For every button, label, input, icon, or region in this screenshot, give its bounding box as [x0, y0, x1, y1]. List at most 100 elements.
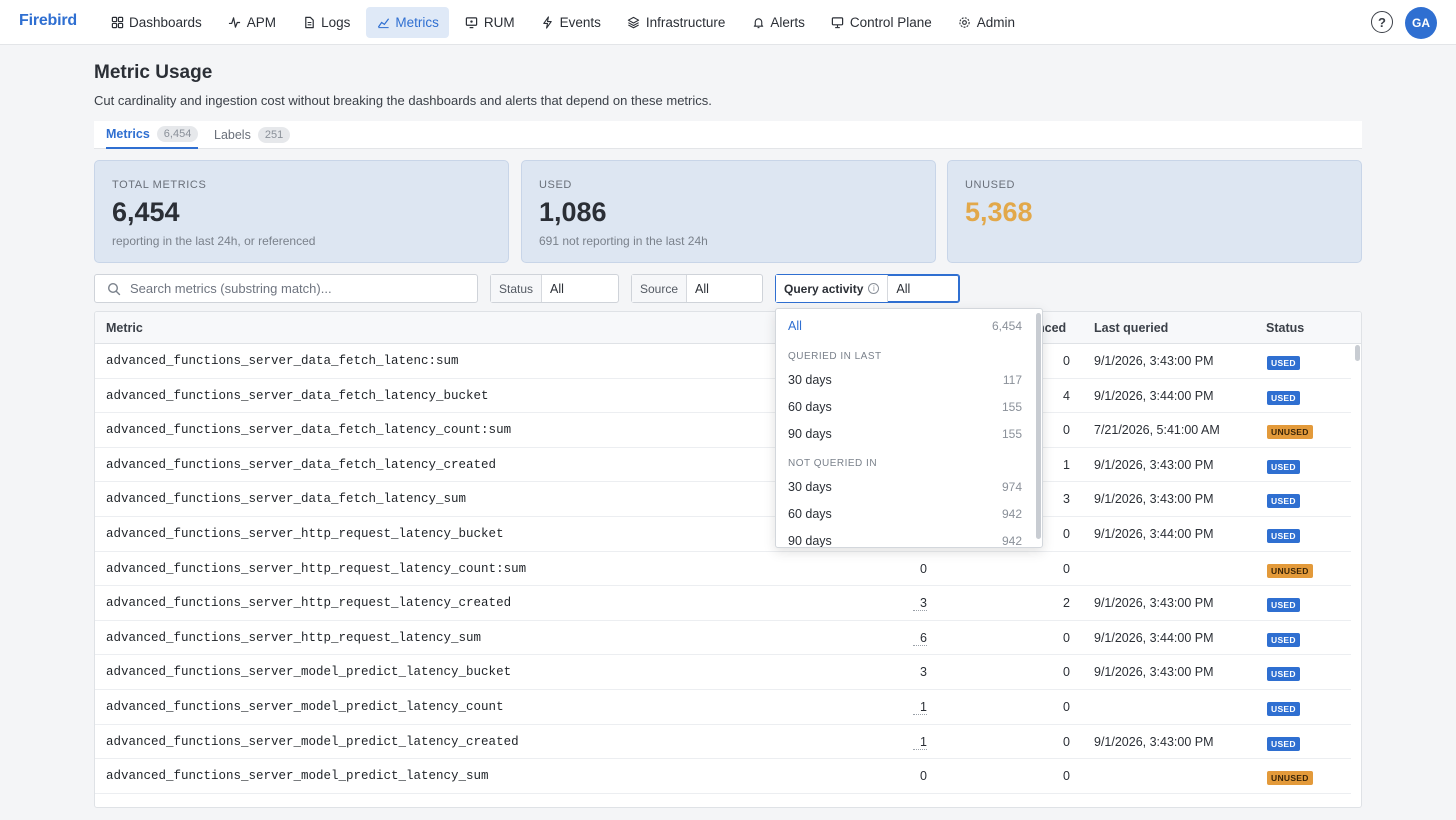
metric-name[interactable]: advanced_functions_server_http_request_l…: [106, 596, 511, 610]
dropdown-option-queried-60[interactable]: 60 days 155: [788, 400, 1022, 420]
dropdown-option-not-queried-90[interactable]: 90 days 942: [788, 534, 1022, 548]
nav-item-alerts[interactable]: Alerts: [741, 7, 815, 38]
brand-logo[interactable]: Firebird: [19, 12, 77, 30]
dropdown-option-count: 942: [1001, 534, 1022, 548]
nav-item-events[interactable]: Events: [531, 7, 611, 38]
table-row[interactable]: advanced_functions_server_http_request_l…: [95, 621, 1351, 656]
table-row[interactable]: advanced_functions_server_http_request_l…: [95, 586, 1351, 621]
status-filter-label: Status: [491, 275, 543, 302]
referenced-count: 0: [1063, 700, 1070, 714]
referenced-count: 0: [1063, 734, 1070, 749]
query-activity-filter-label: Query activity i: [776, 275, 889, 302]
column-metric[interactable]: Metric: [106, 321, 143, 335]
status-badge: USED: [1267, 356, 1300, 370]
table-row[interactable]: advanced_functions_server_data_fetch_lat…: [95, 482, 1351, 517]
status-filter-value[interactable]: All: [542, 275, 572, 302]
stat-label: UNUSED: [965, 179, 1016, 191]
search-input[interactable]: [130, 281, 460, 296]
query-activity-filter-value[interactable]: All: [888, 275, 918, 302]
dashboards-count[interactable]: 3: [913, 665, 927, 679]
metric-name[interactable]: advanced_functions_server_model_predict_…: [106, 700, 504, 714]
dashboards-count[interactable]: 6: [913, 631, 927, 646]
last-queried: 9/1/2026, 3:44:00 PM: [1094, 388, 1214, 403]
dashboards-count[interactable]: 3: [913, 596, 927, 612]
dashboards-count[interactable]: 0: [913, 769, 927, 783]
chart-icon: [376, 16, 390, 30]
referenced-count: 0: [1063, 769, 1070, 784]
referenced-count: 2: [1063, 596, 1070, 611]
status-badge: USED: [1267, 459, 1300, 474]
nav-item-dashboards[interactable]: Dashboards: [100, 7, 212, 38]
metric-name[interactable]: advanced_functions_server_data_fetch_lat…: [106, 458, 496, 472]
stat-note: 691 not reporting in the last 24h: [539, 234, 708, 248]
dropdown-option-not-queried-60[interactable]: 60 days 942: [788, 507, 1022, 527]
dropdown-option-not-queried-30[interactable]: 30 days 974: [788, 480, 1022, 500]
info-icon[interactable]: i: [868, 283, 880, 294]
search-box: [94, 274, 478, 303]
table-row[interactable]: advanced_functions_server_model_predict_…: [95, 655, 1351, 690]
nav-item-apm[interactable]: APM: [218, 7, 286, 38]
nav-items: Dashboards APM Logs Metrics RUM Events Infrast…: [100, 0, 1031, 45]
metric-name[interactable]: advanced_functions_server_model_predict_…: [106, 735, 519, 749]
table-row[interactable]: advanced_functions_server_data_fetch_lat…: [95, 413, 1351, 448]
nav-item-label: Alerts: [770, 15, 805, 30]
nav-item-rum[interactable]: RUM: [455, 7, 525, 38]
column-status[interactable]: Status: [1266, 321, 1304, 335]
metric-name[interactable]: advanced_functions_server_model_predict_…: [106, 665, 511, 679]
nav-item-admin[interactable]: Admin: [948, 7, 1025, 38]
metrics-table: Metric nced Last queried Status advanced…: [94, 311, 1362, 808]
table-row[interactable]: advanced_functions_server_model_predict_…: [95, 725, 1351, 760]
dropdown-option-queried-30[interactable]: 30 days 117: [788, 373, 1022, 393]
stat-value: 6,454: [112, 197, 180, 227]
dashboards-count[interactable]: 1: [913, 700, 927, 715]
stat-card-unused[interactable]: UNUSED 5,368: [947, 160, 1362, 263]
table-scrollbar[interactable]: [1355, 345, 1360, 361]
dropdown-option-label: 30 days: [788, 480, 832, 494]
tab-metrics[interactable]: Metrics 6,454: [106, 121, 199, 149]
referenced-count: 0: [1063, 561, 1070, 576]
metric-name[interactable]: advanced_functions_server_model_predict_…: [106, 769, 489, 783]
nav-item-metrics[interactable]: Metrics: [366, 7, 449, 38]
stat-card-used[interactable]: USED 1,086 691 not reporting in the last…: [521, 160, 936, 263]
tab-bar: Metrics 6,454 Labels 251: [94, 121, 1362, 149]
page-subtitle: Cut cardinality and ingestion cost witho…: [94, 93, 712, 108]
table-row[interactable]: advanced_functions_server_data_fetch_lat…: [95, 379, 1351, 414]
dashboards-count[interactable]: 0: [913, 562, 927, 576]
dropdown-option-queried-90[interactable]: 90 days 155: [788, 427, 1022, 447]
tab-labels[interactable]: Labels 251: [214, 121, 291, 149]
help-icon[interactable]: ?: [1371, 11, 1393, 33]
gear-icon: [958, 16, 972, 30]
metric-name[interactable]: advanced_functions_server_http_request_l…: [106, 527, 504, 541]
metric-name[interactable]: advanced_functions_server_http_request_l…: [106, 562, 526, 576]
column-last-queried[interactable]: Last queried: [1094, 321, 1168, 335]
metric-name[interactable]: advanced_functions_server_data_fetch_lat…: [106, 354, 459, 368]
status-badge: USED: [1267, 702, 1300, 716]
source-filter[interactable]: Source All: [631, 274, 763, 303]
table-row[interactable]: advanced_functions_server_data_fetch_lat…: [95, 448, 1351, 483]
dropdown-scrollbar[interactable]: [1036, 313, 1041, 539]
nav-item-infrastructure[interactable]: Infrastructure: [617, 7, 736, 38]
stat-card-total: TOTAL METRICS 6,454 reporting in the las…: [94, 160, 509, 263]
dropdown-option-all[interactable]: All 6,454: [788, 319, 1022, 339]
metric-name[interactable]: advanced_functions_server_data_fetch_lat…: [106, 389, 489, 403]
nav-item-control-plane[interactable]: Control Plane: [821, 7, 942, 38]
source-filter-value[interactable]: All: [687, 275, 717, 302]
query-activity-filter[interactable]: Query activity i All: [775, 274, 960, 303]
metric-name[interactable]: advanced_functions_server_data_fetch_lat…: [106, 492, 466, 506]
last-queried: 7/21/2026, 5:41:00 AM: [1094, 423, 1220, 438]
dashboards-count[interactable]: 1: [913, 735, 927, 750]
metric-name[interactable]: advanced_functions_server_http_request_l…: [106, 631, 481, 645]
metric-name[interactable]: advanced_functions_server_data_fetch_lat…: [106, 423, 511, 437]
stat-value: 1,086: [539, 197, 607, 227]
nav-item-label: APM: [246, 15, 277, 30]
dropdown-option-count: 942: [1001, 507, 1022, 521]
table-row[interactable]: advanced_functions_server_model_predict_…: [95, 690, 1351, 725]
table-row[interactable]: advanced_functions_server_http_request_l…: [95, 517, 1351, 552]
status-filter[interactable]: Status All: [490, 274, 619, 303]
table-row[interactable]: advanced_functions_server_data_fetch_lat…: [95, 344, 1351, 379]
referenced-count: 4: [1063, 388, 1070, 403]
avatar[interactable]: GA: [1405, 7, 1437, 39]
table-row[interactable]: advanced_functions_server_model_predict_…: [95, 759, 1351, 794]
nav-item-logs[interactable]: Logs: [292, 7, 360, 38]
table-row[interactable]: advanced_functions_server_http_request_l…: [95, 552, 1351, 587]
